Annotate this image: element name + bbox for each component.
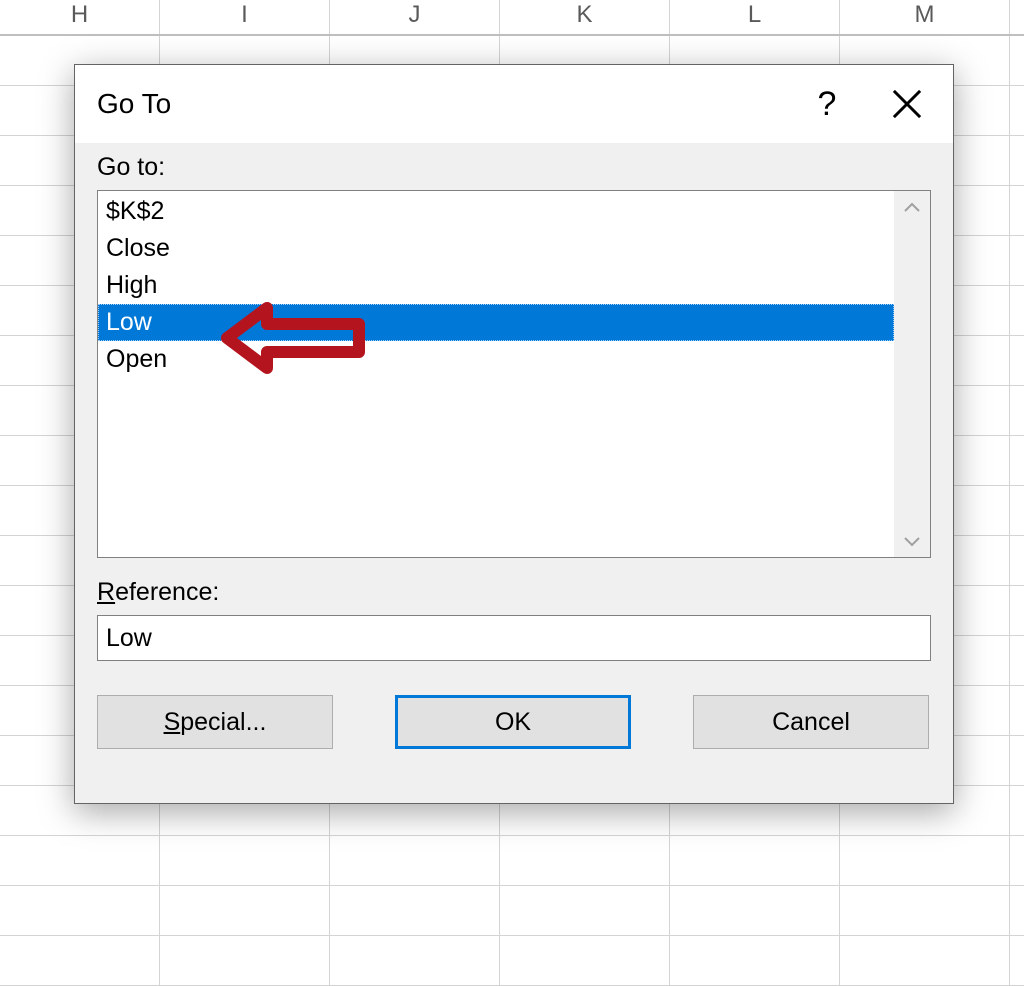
grid-cell[interactable] <box>840 886 1010 935</box>
list-item[interactable]: High <box>98 267 894 304</box>
cancel-button[interactable]: Cancel <box>693 695 929 749</box>
grid-cell[interactable] <box>330 936 500 985</box>
column-header[interactable]: L <box>670 0 840 34</box>
grid-cell[interactable] <box>500 836 670 885</box>
close-button[interactable] <box>867 76 947 132</box>
reference-section: Reference: <box>97 578 931 661</box>
column-header[interactable]: I <box>160 0 330 34</box>
goto-listbox[interactable]: $K$2CloseHighLowOpen <box>97 190 931 558</box>
list-item[interactable]: Close <box>98 230 894 267</box>
grid-cell[interactable] <box>0 836 160 885</box>
dialog-body: Go to: $K$2CloseHighLowOpen Reference: S… <box>75 143 953 771</box>
dialog-title: Go To <box>97 88 787 120</box>
grid-row <box>0 836 1024 886</box>
grid-cell[interactable] <box>0 936 160 985</box>
grid-row <box>0 936 1024 986</box>
ok-button[interactable]: OK <box>395 695 631 749</box>
grid-cell[interactable] <box>840 836 1010 885</box>
scroll-down-icon[interactable] <box>904 530 920 553</box>
column-header[interactable]: J <box>330 0 500 34</box>
grid-cell[interactable] <box>500 886 670 935</box>
special-button[interactable]: Special... <box>97 695 333 749</box>
grid-cell[interactable] <box>330 886 500 935</box>
grid-cell[interactable] <box>500 936 670 985</box>
grid-row <box>0 886 1024 936</box>
list-item[interactable]: Open <box>98 341 894 378</box>
reference-input[interactable] <box>97 615 931 661</box>
list-items: $K$2CloseHighLowOpen <box>98 191 894 557</box>
scroll-up-icon[interactable] <box>904 195 920 218</box>
grid-cell[interactable] <box>330 836 500 885</box>
reference-label: Reference: <box>97 578 931 607</box>
grid-cell[interactable] <box>160 936 330 985</box>
grid-cell[interactable] <box>670 936 840 985</box>
dialog-titlebar: Go To ? <box>75 65 953 143</box>
dialog-buttons: Special... OK Cancel <box>97 695 931 749</box>
close-icon <box>892 89 922 119</box>
grid-cell[interactable] <box>840 936 1010 985</box>
list-item[interactable]: $K$2 <box>98 193 894 230</box>
column-header[interactable]: H <box>0 0 160 34</box>
column-header[interactable]: K <box>500 0 670 34</box>
help-button[interactable]: ? <box>787 76 867 132</box>
goto-dialog: Go To ? Go to: $K$2CloseHighLowOpen Refe… <box>74 64 954 804</box>
grid-cell[interactable] <box>670 836 840 885</box>
column-headers: HIJKLM <box>0 0 1024 36</box>
grid-cell[interactable] <box>160 836 330 885</box>
grid-cell[interactable] <box>0 886 160 935</box>
listbox-scrollbar[interactable] <box>894 191 930 557</box>
column-header[interactable]: M <box>840 0 1010 34</box>
grid-cell[interactable] <box>160 886 330 935</box>
goto-label: Go to: <box>97 153 931 182</box>
grid-cell[interactable] <box>670 886 840 935</box>
list-item[interactable]: Low <box>98 304 894 341</box>
